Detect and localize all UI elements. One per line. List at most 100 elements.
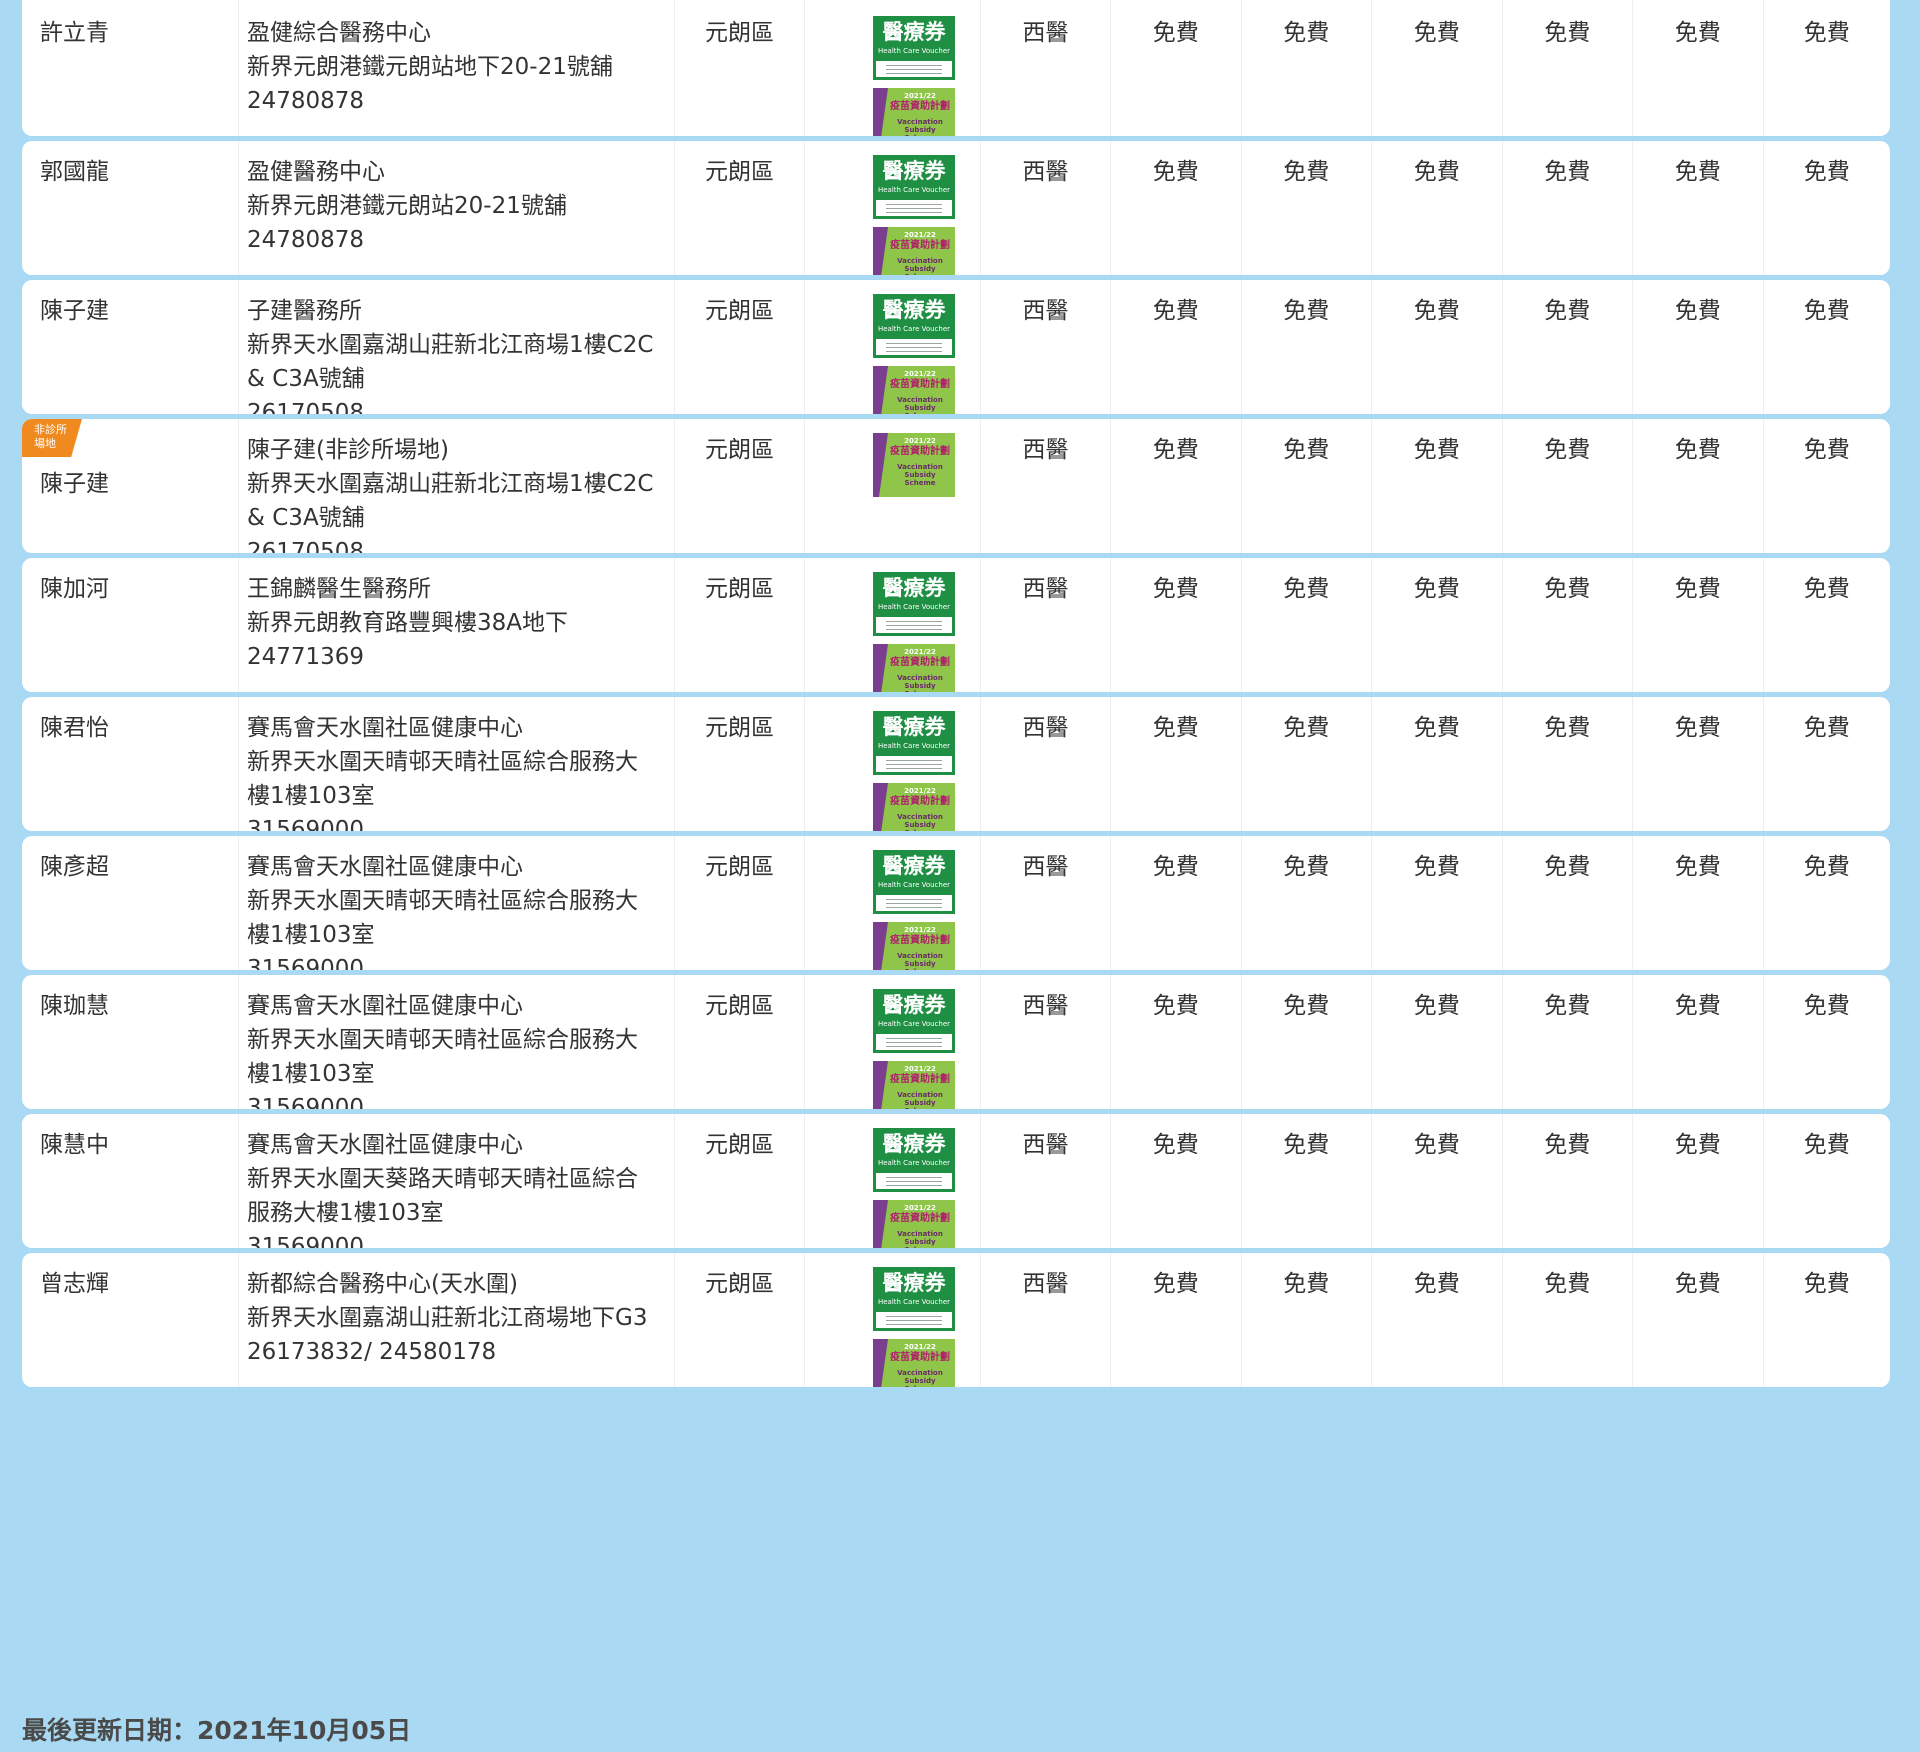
fee-cell: 免費 [1501,697,1633,831]
table-row: 陳慧中 賽馬會天水圍社區健康中心 新界天水圍天葵路天晴邨天晴社區綜合 服務大樓1樓… [22,1114,1890,1248]
hcv-en: Health Care Voucher [877,325,951,333]
table-row: 陳加河 王錦麟醫生醫務所 新界元朗教育路豐興樓38A地下 24771369 元朗區醫… [22,558,1890,692]
table-row: 許立青 盈健綜合醫務中心 新界元朗港鐵元朗站地下20-21號舖 24780878 元… [22,0,1890,136]
doctor-name: 許立青 [40,20,109,46]
hcv-en: Health Care Voucher [877,603,951,611]
clinic-info: 賽馬會天水圍社區健康中心 新界天水圍天晴邨天晴社區綜合服務大 樓1樓103室 3… [238,697,674,831]
vss-year: 2021/22 [904,92,936,100]
doctor-name: 陳子建 [40,298,109,324]
doctor-name: 陳慧中 [40,1132,109,1158]
vss-en: Vaccination Subsidy Scheme [897,674,943,692]
doctor-name-cell: 陳彥超 [22,836,238,970]
last-updated-date: 2021年10月05日 [197,1716,412,1745]
vss-en: Vaccination Subsidy Scheme [897,396,943,414]
district: 元朗區 [674,0,804,136]
vss-year: 2021/22 [904,231,936,239]
doctor-name: 陳珈慧 [40,993,109,1019]
vss-en: Vaccination Subsidy Scheme [897,463,943,487]
fee-cell: 免費 [1371,975,1502,1109]
fee-cell: 免費 [1501,1253,1633,1387]
fee-cell: 免費 [1762,1253,1891,1387]
doctor-name-cell: 曾志輝 [22,1253,238,1387]
hcv-en: Health Care Voucher [877,881,951,889]
fee-cell: 免費 [1371,558,1502,692]
table-row: 陳珈慧 賽馬會天水圍社區健康中心 新界天水圍天晴邨天晴社區綜合服務大 樓1樓103… [22,975,1890,1109]
fee-cell: 免費 [1501,1114,1633,1248]
clinic-info: 子建醫務所 新界天水圍嘉湖山莊新北江商場1樓C2C & C3A號舖 261705… [238,280,674,414]
doctor-name-cell: 陳慧中 [22,1114,238,1248]
doctor-name-cell: 許立青 [22,0,238,136]
table-row: 陳君怡 賽馬會天水圍社區健康中心 新界天水圍天晴邨天晴社區綜合服務大 樓1樓103… [22,697,1890,831]
vss-zh: 疫苗資助計劃 [890,446,950,457]
table-row: 曾志輝 新都綜合醫務中心(天水圍) 新界天水圍嘉湖山莊新北江商場地下G3 2617… [22,1253,1890,1387]
vss-en: Vaccination Subsidy Scheme [897,1369,943,1387]
district: 元朗區 [674,141,804,275]
vss-en: Vaccination Subsidy Scheme [897,257,943,275]
fee-cell: 免費 [1371,0,1502,136]
district: 元朗區 [674,1114,804,1248]
fee-cell: 免費 [1240,1114,1372,1248]
vss-zh: 疫苗資助計劃 [890,796,950,807]
doctor-name: 郭國龍 [40,159,109,185]
fee-cell: 免費 [1110,836,1241,970]
vss-zh: 疫苗資助計劃 [890,1074,950,1085]
last-updated: 最後更新日期：2021年10月05日 [22,1715,411,1747]
scheme-badges: 醫療券 Health Care Voucher 2021/22 疫苗資助計劃 Vacci… [804,558,980,692]
doctor-name: 曾志輝 [40,1271,109,1297]
doctor-name-cell: 陳子建 [22,280,238,414]
hcv-title: 醫療券 [882,159,946,183]
fee-cell: 免費 [1762,558,1891,692]
scheme-badges: 2021/22 疫苗資助計劃 Vaccination Subsidy Scheme [804,419,980,553]
practice-type: 西醫 [980,1114,1110,1248]
fee-cell: 免費 [1371,280,1502,414]
practice-type: 西醫 [980,558,1110,692]
fee-cell: 免費 [1371,836,1502,970]
hcv-title: 醫療券 [882,715,946,739]
practice-type: 西醫 [980,975,1110,1109]
fee-cell: 免費 [1110,280,1241,414]
table-row: 非診所 場地 陳子建 陳子建(非診所場地) 新界天水圍嘉湖山莊新北江商場1樓C2C … [22,419,1890,553]
fee-cell: 免費 [1240,0,1372,136]
hcv-title: 醫療券 [882,1132,946,1156]
fee-cell: 免費 [1371,1253,1502,1387]
health-care-voucher-badge: 醫療券 Health Care Voucher [873,989,955,1053]
fee-cell: 免費 [1762,0,1891,136]
fee-cell: 免費 [1632,697,1763,831]
doctor-name: 陳彥超 [40,854,109,880]
practice-type: 西醫 [980,0,1110,136]
fee-cell: 免費 [1110,975,1241,1109]
table-row: 郭國龍 盈健醫務中心 新界元朗港鐵元朗站20-21號舖 24780878 元朗區 醫療… [22,141,1890,275]
fee-cell: 免費 [1240,1253,1372,1387]
table-row: 陳子建 子建醫務所 新界天水圍嘉湖山莊新北江商場1樓C2C & C3A號舖 261… [22,280,1890,414]
vss-year: 2021/22 [904,648,936,656]
fee-cell: 免費 [1240,141,1372,275]
fee-cell: 免費 [1110,697,1241,831]
fee-cell: 免費 [1501,280,1633,414]
fee-cell: 免費 [1762,419,1891,553]
fee-cell: 免費 [1632,975,1763,1109]
fee-cell: 免費 [1240,697,1372,831]
clinic-info: 賽馬會天水圍社區健康中心 新界天水圍天晴邨天晴社區綜合服務大 樓1樓103室 3… [238,975,674,1109]
vss-en: Vaccination Subsidy Scheme [897,118,943,136]
vss-year: 2021/22 [904,370,936,378]
health-care-voucher-badge: 醫療券 Health Care Voucher [873,572,955,636]
scheme-badges: 醫療券 Health Care Voucher 2021/22 疫苗資助計劃 Vacci… [804,1253,980,1387]
fee-cell: 免費 [1240,558,1372,692]
fee-cell: 免費 [1501,141,1633,275]
scheme-badges: 醫療券 Health Care Voucher 2021/22 疫苗資助計劃 Vacci… [804,1114,980,1248]
fee-cell: 免費 [1632,141,1763,275]
fee-cell: 免費 [1632,558,1763,692]
vss-zh: 疫苗資助計劃 [890,240,950,251]
doctor-name-cell: 陳君怡 [22,697,238,831]
page: 許立青 盈健綜合醫務中心 新界元朗港鐵元朗站地下20-21號舖 24780878 元… [0,0,1920,1752]
fee-cell: 免費 [1501,0,1633,136]
hcv-title: 醫療券 [882,298,946,322]
fee-cell: 免費 [1762,836,1891,970]
vaccination-subsidy-badge: 2021/22疫苗資助計劃 Vaccination Subsidy Scheme [873,1339,955,1387]
doctor-name-cell: 非診所 場地 陳子建 [22,419,238,553]
hcv-title: 醫療券 [882,20,946,44]
district: 元朗區 [674,419,804,553]
district: 元朗區 [674,975,804,1109]
vss-en: Vaccination Subsidy Scheme [897,952,943,970]
hcv-title: 醫療券 [882,993,946,1017]
